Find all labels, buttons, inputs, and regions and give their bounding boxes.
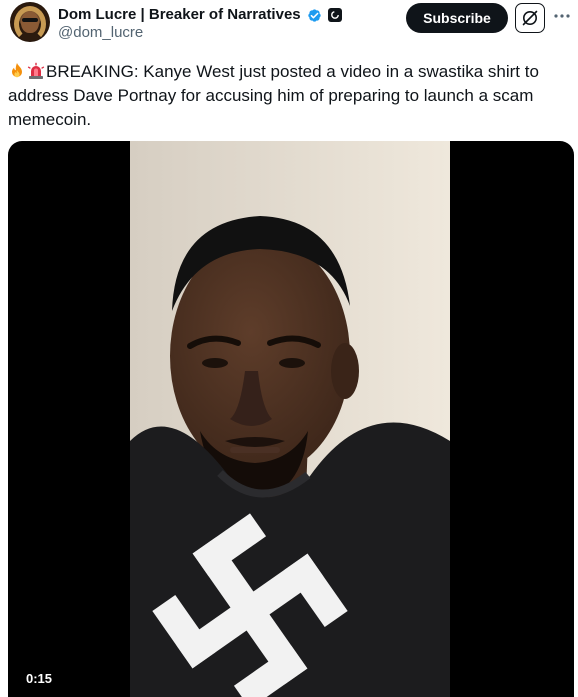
video-duration-badge: 0:15: [20, 669, 59, 689]
video-player[interactable]: 0:15: [8, 141, 574, 697]
video-still-image: [130, 141, 450, 697]
more-icon[interactable]: [552, 6, 572, 26]
avatar-face: [21, 11, 39, 33]
author-name-row: Dom Lucre | Breaker of Narratives: [58, 5, 342, 25]
avatar-sunglasses: [22, 18, 38, 22]
fire-emoji-icon: [12, 63, 22, 78]
siren-emoji-icon: [27, 62, 45, 79]
post-text-body: BREAKING: Kanye West just posted a video…: [8, 62, 539, 129]
author-display-name[interactable]: Dom Lucre | Breaker of Narratives: [58, 5, 301, 25]
tweet: Dom Lucre | Breaker of Narratives @dom_l…: [0, 0, 578, 697]
author-handle[interactable]: @dom_lucre: [58, 23, 143, 43]
grok-icon[interactable]: [515, 3, 545, 33]
post-text: BREAKING: Kanye West just posted a video…: [8, 60, 568, 132]
avatar[interactable]: [10, 2, 50, 42]
verified-badge-icon[interactable]: [306, 7, 323, 24]
affiliate-badge-icon[interactable]: [327, 8, 342, 22]
subscribe-button[interactable]: Subscribe: [406, 3, 508, 33]
video-frame[interactable]: [130, 141, 450, 697]
